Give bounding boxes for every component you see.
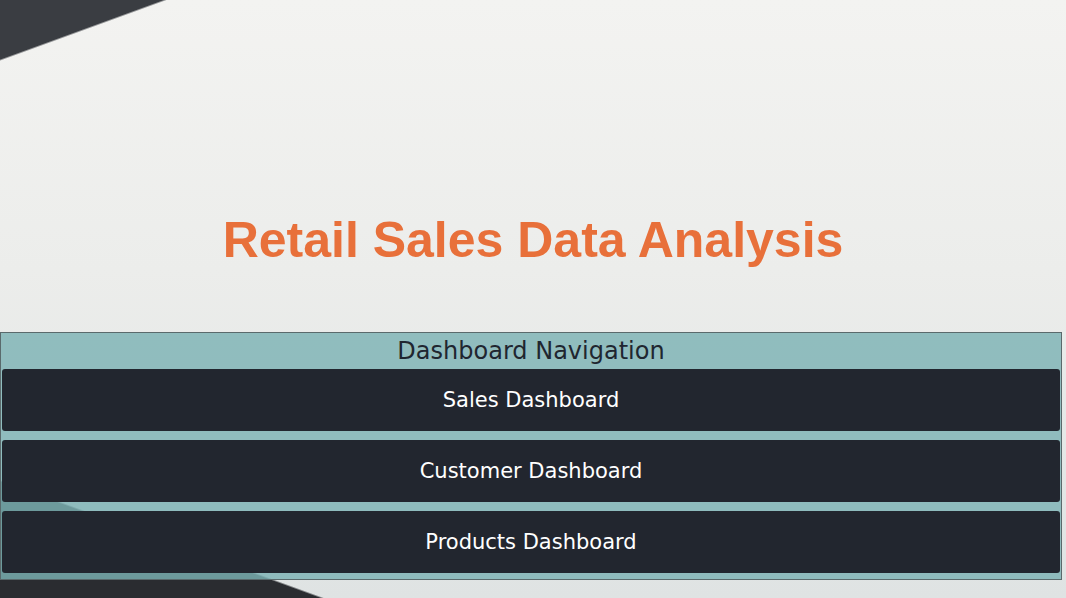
dashboard-button[interactable]: Products Dashboard [2, 511, 1060, 573]
dashboard-button[interactable]: Sales Dashboard [2, 369, 1060, 431]
background-photo: Retail Sales Data Analysis Dashboard Navi… [0, 0, 1066, 598]
dashboard-button[interactable]: Customer Dashboard [2, 440, 1060, 502]
page-title: Retail Sales Data Analysis [223, 210, 844, 270]
hero: Retail Sales Data Analysis [0, 0, 1066, 332]
navigation-list: Sales Dashboard Customer Dashboard Product… [1, 369, 1061, 573]
navigation-heading: Dashboard Navigation [1, 333, 1061, 369]
navigation-panel: Dashboard NavigationSales Dashboard Custo… [0, 332, 1062, 580]
